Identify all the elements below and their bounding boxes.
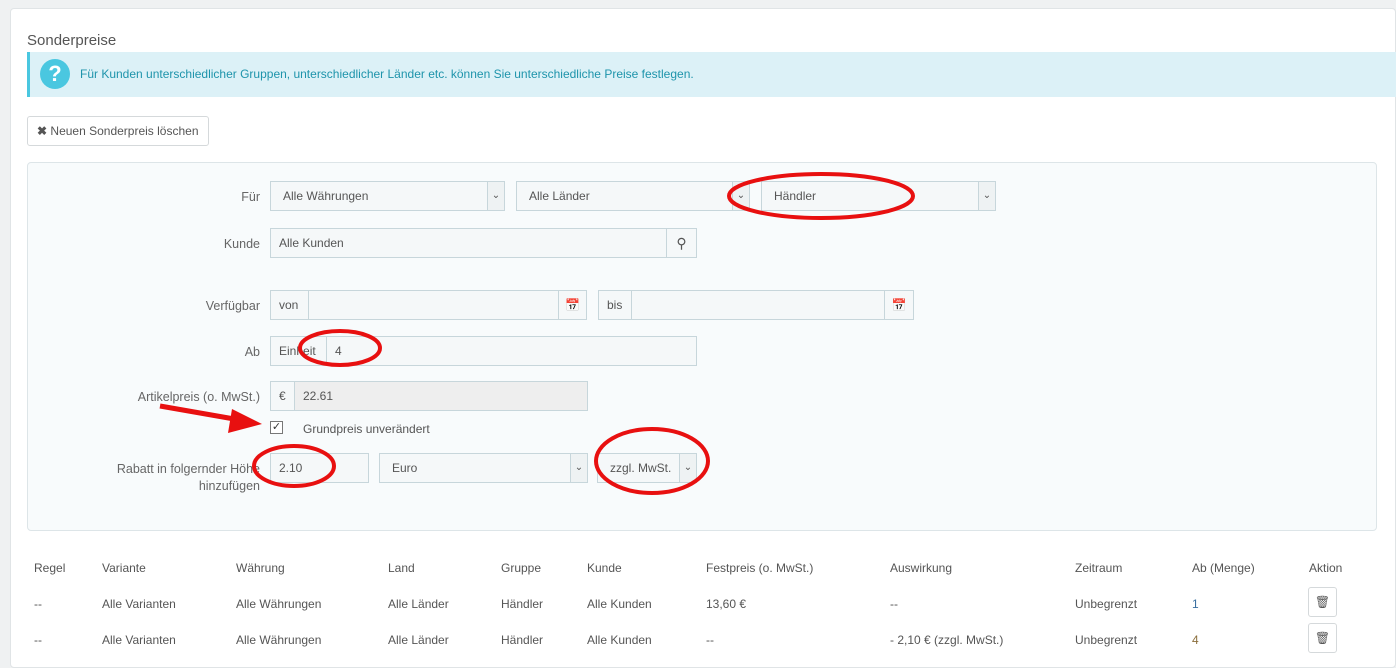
to-addon: bis	[598, 290, 632, 320]
search-icon[interactable]: ⚲	[666, 228, 697, 258]
header-country: Land	[388, 561, 415, 575]
cell-group: Händler	[501, 597, 544, 611]
cell-group: Händler	[501, 633, 544, 647]
country-select[interactable]: Alle Länder ⌄	[516, 181, 750, 211]
price-input[interactable]: 22.61	[294, 381, 588, 411]
chevron-down-icon: ⌄	[978, 182, 995, 210]
cell-currency: Alle Währungen	[236, 633, 322, 647]
cell-period: Unbegrenzt	[1075, 597, 1138, 611]
header-customer: Kunde	[587, 561, 622, 575]
from-quantity-label: Ab	[244, 345, 260, 359]
question-icon: ?	[40, 59, 70, 89]
currency-select[interactable]: Alle Währungen ⌄	[270, 181, 505, 211]
cell-rule: --	[34, 633, 42, 647]
calendar-icon[interactable]: 📅	[558, 290, 587, 320]
chevron-down-icon: ⌄	[732, 182, 749, 210]
close-icon: ✖	[37, 124, 48, 138]
delete-row-button[interactable]: 🗑	[1308, 623, 1337, 653]
chevron-down-icon: ⌄	[570, 454, 587, 482]
country-value: Alle Länder	[529, 189, 590, 203]
header-fixed-price: Festpreis (o. MwSt.)	[706, 561, 814, 575]
currency-value: Alle Währungen	[283, 189, 369, 203]
cell-fixed-price: 13,60 €	[706, 597, 747, 611]
to-date-input[interactable]	[631, 290, 885, 320]
calendar-icon[interactable]: 📅	[884, 290, 914, 320]
header-rule: Regel	[34, 561, 66, 575]
info-alert: ? Für Kunden unterschiedlicher Gruppen, …	[27, 52, 1396, 97]
header-from-quantity: Ab (Menge)	[1192, 561, 1255, 575]
cell-fixed-price: --	[706, 633, 714, 647]
discount-label-line2: hinzufügen	[198, 479, 260, 493]
chevron-down-icon: ⌄	[679, 454, 696, 482]
available-label: Verfügbar	[205, 299, 260, 313]
page-title: Sonderpreise	[27, 32, 117, 49]
customer-label: Kunde	[223, 237, 260, 251]
header-group: Gruppe	[501, 561, 542, 575]
delete-row-button[interactable]: 🗑	[1308, 587, 1337, 617]
discount-label: Rabatt in folgernder Höhe hinzufügen	[20, 461, 260, 495]
group-value: Händler	[774, 189, 817, 203]
cell-rule: --	[34, 597, 42, 611]
keep-base-price-label: Grundpreis unverändert	[303, 422, 430, 436]
discount-label-line1: Rabatt in folgernder Höhe	[116, 462, 260, 476]
discount-type-select[interactable]: Euro ⌄	[379, 453, 588, 483]
cell-country: Alle Länder	[388, 597, 449, 611]
delete-special-price-button[interactable]: ✖ Neuen Sonderpreis löschen	[27, 116, 209, 146]
for-label: Für	[241, 190, 260, 204]
from-date-input[interactable]	[308, 290, 559, 320]
cell-variant: Alle Varianten	[102, 597, 176, 611]
discount-input[interactable]: 2.10	[270, 453, 369, 483]
chevron-down-icon: ⌄	[487, 182, 504, 210]
tax-select[interactable]: zzgl. MwSt. ⌄	[597, 453, 697, 483]
header-variant: Variante	[102, 561, 146, 575]
info-text: Für Kunden unterschiedlicher Gruppen, un…	[80, 67, 694, 81]
cell-from-quantity: 4	[1192, 633, 1199, 647]
header-effect: Auswirkung	[890, 561, 953, 575]
group-select[interactable]: Händler ⌄	[761, 181, 996, 211]
tax-value: zzgl. MwSt.	[610, 461, 672, 475]
header-period: Zeitraum	[1075, 561, 1123, 575]
from-addon: von	[270, 290, 309, 320]
cell-country: Alle Länder	[388, 633, 449, 647]
cell-customer: Alle Kunden	[587, 597, 652, 611]
discount-type-value: Euro	[392, 461, 418, 475]
cell-currency: Alle Währungen	[236, 597, 322, 611]
unit-addon: Einheit	[270, 336, 327, 366]
cell-effect: --	[890, 597, 898, 611]
keep-base-price-checkbox[interactable]: ✓	[270, 421, 283, 434]
header-action: Aktion	[1309, 561, 1343, 575]
cell-customer: Alle Kunden	[587, 633, 652, 647]
cell-period: Unbegrenzt	[1075, 633, 1138, 647]
cell-from-quantity: 1	[1192, 597, 1199, 611]
quantity-input[interactable]: 4	[326, 336, 697, 366]
cell-variant: Alle Varianten	[102, 633, 176, 647]
price-label: Artikelpreis (o. MwSt.)	[137, 390, 260, 404]
cell-effect: - 2,10 € (zzgl. MwSt.)	[890, 633, 1004, 647]
customer-input[interactable]: Alle Kunden	[270, 228, 667, 258]
header-currency: Währung	[236, 561, 285, 575]
euro-addon: €	[270, 381, 295, 411]
delete-label: Neuen Sonderpreis löschen	[50, 124, 199, 138]
